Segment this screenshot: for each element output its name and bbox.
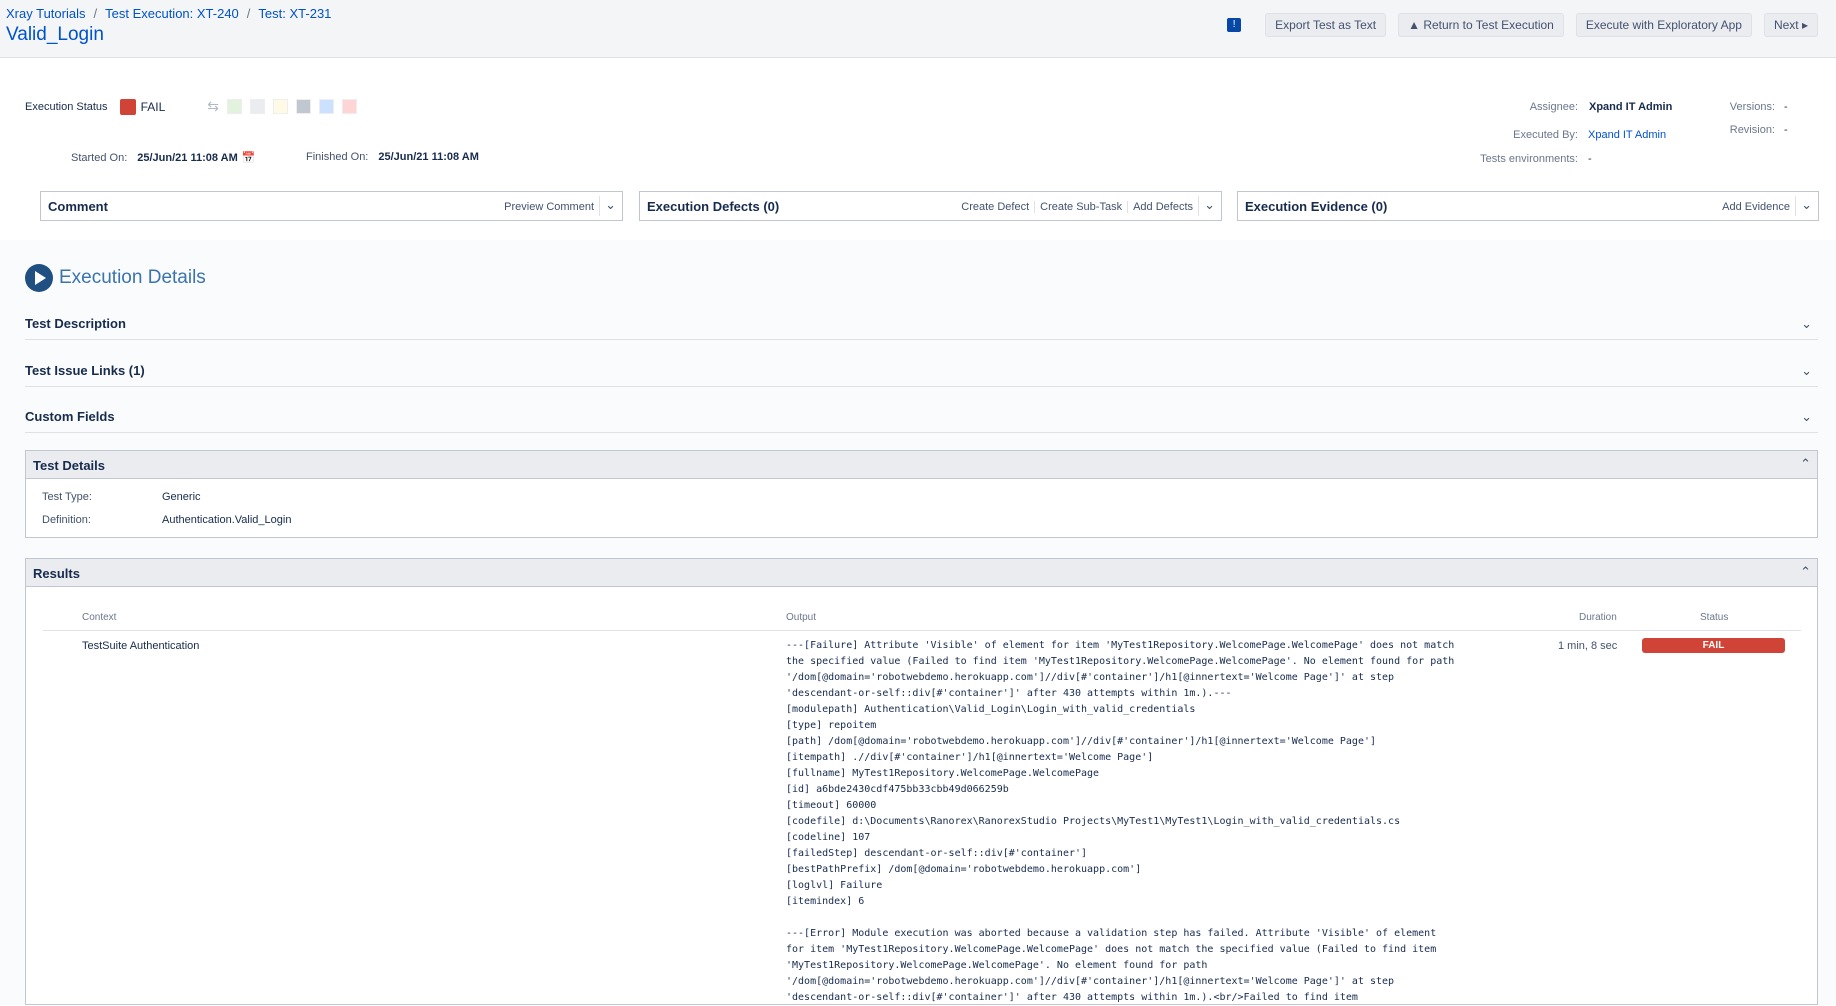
- swap-icon[interactable]: ⇆: [207, 98, 219, 115]
- test-issue-links-section[interactable]: Test Issue Links (1) ⌄: [25, 357, 1818, 387]
- divider: [1198, 196, 1199, 216]
- test-environments-value: -: [1588, 153, 1592, 165]
- assignee-label: Assignee:: [1529, 101, 1578, 113]
- execution-status-label: Execution Status: [25, 100, 108, 113]
- status-badge: FAIL: [1642, 638, 1785, 653]
- execution-evidence-panel: Execution Evidence (0) Add Evidence ⌄: [1237, 191, 1819, 221]
- test-details-box: Test Details ⌃: [25, 450, 1818, 538]
- execution-details-title: Execution Details: [59, 267, 206, 288]
- feedback-icon[interactable]: !: [1227, 18, 1242, 32]
- chevron-right-icon: ▸: [1798, 18, 1808, 32]
- status-option-todo[interactable]: [249, 99, 265, 114]
- result-output: ---[Failure] Attribute 'Visible' of elem…: [786, 640, 1455, 1003]
- export-test-button[interactable]: Export Test as Text: [1265, 13, 1387, 37]
- chevron-down-icon[interactable]: ⌄: [1801, 409, 1812, 425]
- return-to-execution-button[interactable]: ▲ Return to Test Execution: [1398, 13, 1564, 37]
- breadcrumb-execution-link[interactable]: Test Execution: XT-240: [105, 6, 239, 21]
- results-title: Results: [33, 566, 80, 581]
- breadcrumb: Xray Tutorials / Test Execution: XT-240 / Te…: [6, 6, 331, 21]
- started-on-label: Started On:: [71, 152, 128, 164]
- chevron-down-icon[interactable]: ⌄: [1801, 363, 1812, 379]
- status-option-blocked[interactable]: [318, 99, 334, 114]
- column-duration: Duration: [1579, 612, 1617, 623]
- custom-fields-section[interactable]: Custom Fields ⌄: [25, 403, 1818, 433]
- executed-by-value[interactable]: Xpand IT Admin: [1588, 129, 1666, 141]
- chevron-down-icon[interactable]: ⌄: [1204, 197, 1215, 213]
- test-issue-links-title: Test Issue Links (1): [25, 363, 145, 378]
- results-header[interactable]: Results ⌃: [26, 559, 1817, 587]
- play-icon: [25, 264, 53, 292]
- finished-on-value: 25/Jun/21 11:08 AM: [378, 151, 479, 163]
- versions-value: -: [1784, 101, 1788, 113]
- status-option-pass[interactable]: [226, 99, 242, 114]
- finished-on: Finished On: 25/Jun/21 11:08 AM: [306, 151, 479, 163]
- divider: [599, 196, 600, 216]
- started-on: Started On: 25/Jun/21 11:08 AM 📅: [71, 151, 255, 164]
- result-duration: 1 min, 8 sec: [1558, 640, 1618, 652]
- arrow-up-icon: ▲: [1408, 18, 1424, 32]
- breadcrumb-separator: /: [93, 6, 98, 21]
- chevron-up-icon[interactable]: ⌃: [1800, 456, 1811, 472]
- executed-by-label: Executed By:: [1513, 129, 1578, 141]
- create-defect-button[interactable]: Create Defect: [961, 201, 1029, 213]
- execution-evidence-title: Execution Evidence (0): [1245, 199, 1388, 214]
- chevron-up-icon[interactable]: ⌃: [1800, 564, 1811, 580]
- chevron-down-icon[interactable]: ⌄: [1801, 316, 1812, 332]
- assignee-value[interactable]: Xpand IT Admin: [1589, 101, 1672, 113]
- test-type-label: Test Type:: [42, 491, 92, 503]
- test-description-section[interactable]: Test Description ⌄: [25, 310, 1818, 340]
- add-defects-button[interactable]: Add Defects: [1133, 201, 1193, 213]
- breadcrumb-project-link[interactable]: Xray Tutorials: [6, 6, 85, 21]
- comment-panel-title: Comment: [48, 199, 108, 214]
- breadcrumb-test-link[interactable]: Test: XT-231: [258, 6, 331, 21]
- started-on-value: 25/Jun/21 11:08 AM: [137, 152, 238, 164]
- status-option-aborted[interactable]: [295, 99, 311, 114]
- execution-status-value[interactable]: FAIL: [141, 100, 166, 114]
- test-description-title: Test Description: [25, 316, 126, 331]
- divider: [1795, 196, 1796, 216]
- next-label: Next: [1773, 18, 1799, 32]
- status-option-executing[interactable]: [272, 99, 288, 114]
- execution-defects-title: Execution Defects (0): [647, 199, 780, 214]
- status-color-square: [119, 98, 136, 115]
- test-details-title: Test Details: [33, 458, 106, 473]
- column-output: Output: [786, 612, 817, 623]
- test-environments-label: Tests environments:: [1480, 153, 1578, 165]
- chevron-down-icon[interactable]: ⌄: [605, 197, 616, 213]
- comment-panel: Comment Preview Comment ⌄: [40, 191, 623, 221]
- chevron-down-icon[interactable]: ⌄: [1801, 197, 1812, 213]
- result-context: TestSuite Authentication: [82, 640, 200, 652]
- column-context: Context: [82, 612, 117, 623]
- execution-status-row: Execution Status FAIL ⇆: [25, 98, 357, 115]
- execution-defects-panel: Execution Defects (0) Create Defect Creat…: [639, 191, 1222, 221]
- return-label: Return to Test Execution: [1423, 18, 1554, 32]
- create-subtask-button[interactable]: Create Sub-Task: [1040, 201, 1122, 213]
- defect-actions: Create Defect Create Sub-Task Add Defects: [961, 201, 1193, 213]
- calendar-icon[interactable]: 📅: [242, 152, 256, 164]
- top-actions: ! Export Test as Text ▲ Return to Test E…: [1227, 13, 1818, 37]
- revision-label: Revision:: [1729, 124, 1775, 136]
- breadcrumb-separator: /: [246, 6, 251, 21]
- divider: [1127, 201, 1129, 213]
- add-evidence-button[interactable]: Add Evidence: [1722, 201, 1790, 213]
- versions-label: Versions:: [1729, 101, 1775, 113]
- revision-value: -: [1784, 124, 1788, 136]
- status-option-fail[interactable]: [341, 99, 357, 114]
- finished-on-label: Finished On:: [306, 151, 369, 163]
- page-title[interactable]: Valid_Login: [6, 24, 104, 46]
- custom-fields-title: Custom Fields: [25, 409, 115, 424]
- preview-comment-button[interactable]: Preview Comment: [504, 201, 594, 213]
- test-type-value: Generic: [162, 491, 201, 503]
- execute-exploratory-button[interactable]: Execute with Exploratory App: [1575, 13, 1752, 37]
- definition-value: Authentication.Valid_Login: [162, 514, 292, 526]
- page-header: Xray Tutorials / Test Execution: XT-240 / Te…: [0, 0, 1836, 58]
- definition-label: Definition:: [42, 514, 91, 526]
- table-header-divider: [43, 630, 1801, 631]
- next-button[interactable]: Next ▸: [1763, 13, 1818, 37]
- test-details-header[interactable]: Test Details ⌃: [26, 451, 1817, 479]
- column-status: Status: [1700, 612, 1729, 623]
- divider: [1034, 201, 1036, 213]
